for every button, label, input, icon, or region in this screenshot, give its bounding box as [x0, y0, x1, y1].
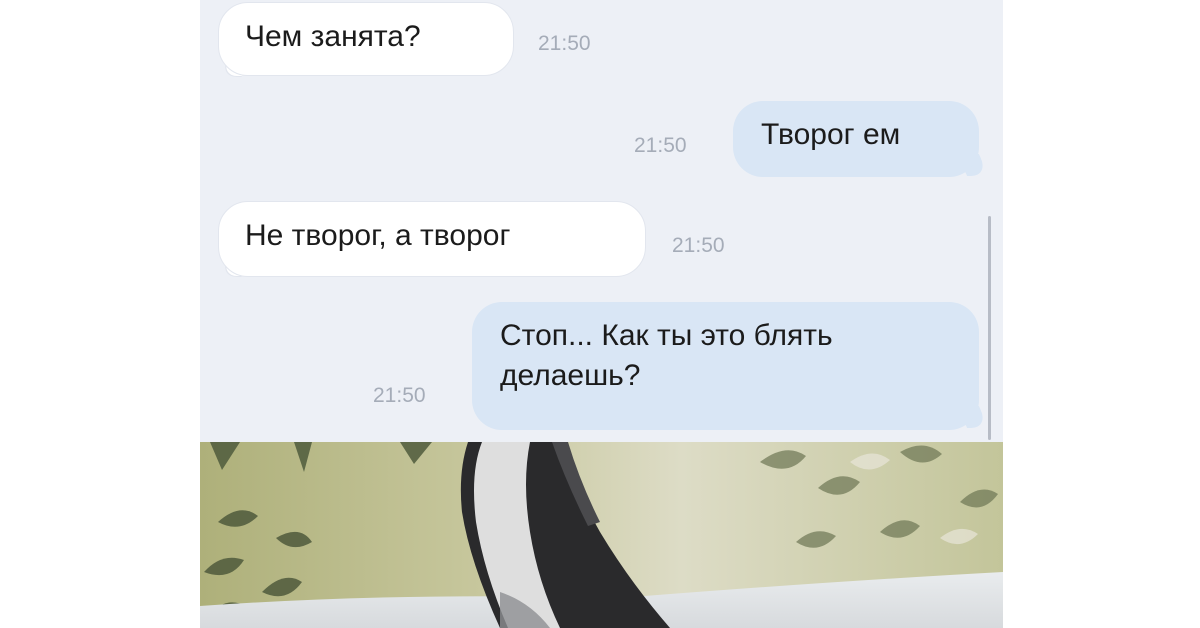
message-text-line: Стоп... Как ты это блять	[500, 319, 833, 352]
cat-photo-icon	[200, 442, 1003, 628]
message-timestamp: 21:50	[373, 384, 426, 407]
message-text: Не творог, а творог	[245, 219, 511, 252]
chat-screenshot: Чем занята? 21:50 Творог ем 21:50 Не тво…	[200, 0, 1003, 628]
message-timestamp: 21:50	[634, 134, 687, 157]
message-bubble-outgoing[interactable]: Творог ем	[733, 101, 979, 177]
message-bubble-incoming[interactable]: Чем занята?	[218, 2, 514, 76]
message-bubble-incoming[interactable]: Не творог, а творог	[218, 201, 646, 277]
message-text: Творог ем	[761, 118, 901, 151]
message-text: Чем занята?	[245, 20, 421, 53]
message-timestamp: 21:50	[538, 32, 591, 55]
message-list[interactable]: Чем занята? 21:50 Творог ем 21:50 Не тво…	[200, 0, 1003, 442]
message-bubble-outgoing[interactable]: Стоп... Как ты это блять делаешь?	[472, 302, 979, 430]
photo-attachment[interactable]	[200, 442, 1003, 628]
message-text-line: делаешь?	[500, 359, 641, 392]
scrollbar[interactable]	[988, 216, 991, 440]
message-timestamp: 21:50	[672, 234, 725, 257]
